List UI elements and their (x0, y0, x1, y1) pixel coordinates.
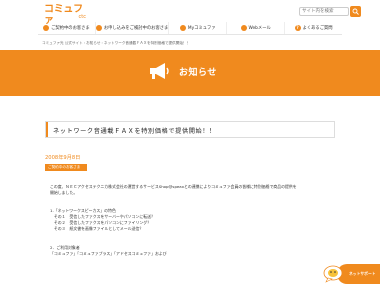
nav-label: ご契約中のお客さま (51, 26, 90, 31)
nav-item-webmail[interactable]: Webメール (226, 22, 284, 34)
global-nav: ご契約中のお客さま お申し込みをご検討中のお客さま Myコミュファ Webメール… (38, 22, 342, 35)
person-icon (43, 25, 50, 31)
nav-item-faq[interactable]: ? よくあるご質問 (284, 22, 342, 34)
logo-sub-text: ctc (78, 14, 86, 20)
body-line: この度、ＮＥＣアクセステクニカ株式会社の運営するサービスShop@speaxとの… (50, 184, 297, 189)
site-logo[interactable]: コミュファ ctc (44, 4, 86, 26)
body-line: その３ 紙文書を画像ファイルとしてメール送信？ (50, 226, 144, 231)
page-banner: お知らせ (0, 50, 380, 96)
search-icon (352, 8, 359, 15)
nav-item-prospective[interactable]: お申し込みをご検討中のお客さま (94, 22, 169, 34)
page-title: お知らせ (179, 67, 217, 78)
body-line: その２ 受信したファクスをパソコンにファイリング？ (50, 220, 152, 225)
category-tag: ご契約中のお客さま (45, 164, 87, 171)
person-icon (95, 25, 102, 31)
nav-label: Myコミュファ (187, 26, 216, 31)
question-icon: ? (294, 25, 301, 31)
net-support-label: ネットサポート (349, 271, 376, 276)
megaphone-icon (150, 63, 169, 79)
body-line: 「コミュファ」「コミュファプラス」「アドセスコミュファ」および (50, 251, 167, 256)
body-line: その１ 受信したファクスをサーバーやパソコンに転送？ (50, 214, 155, 219)
net-support-widget[interactable]: ネットサポート (322, 261, 380, 285)
article-title: ネットワーク音通載ＦＡＸを特別価格で提供開始！！ (53, 128, 216, 135)
nav-label: お申し込みをご検討中のお客さま (103, 26, 169, 31)
search-input[interactable] (299, 7, 349, 16)
body-line: 2．ご利用対象者 (50, 245, 80, 250)
nav-label: よくあるご質問 (302, 26, 333, 31)
breadcrumb-current: ネットワーク音通載ＦＡＸを特別価格で提供開始！！ (103, 41, 191, 45)
search-button[interactable] (350, 6, 361, 17)
mail-icon (240, 25, 247, 31)
nav-item-mycommufa[interactable]: Myコミュファ (168, 22, 226, 34)
site-header: コミュファ ctc (0, 0, 380, 26)
nav-item-contracted[interactable]: ご契約中のお客さま (38, 22, 95, 34)
chat-bubble-icon (323, 265, 343, 283)
nav-label: Webメール (248, 26, 271, 31)
article-date: 2008年9月8日 (45, 155, 81, 161)
article-title-box: ネットワーク音通載ＦＡＸを特別価格で提供開始！！ (45, 121, 335, 138)
body-line: 開始しました。 (50, 190, 78, 195)
breadcrumb: コミュファ光 公式サイト›お知らせ›ネットワーク音通載ＦＡＸを特別価格で提供開始… (42, 41, 190, 46)
heart-icon (179, 25, 186, 31)
breadcrumb-news[interactable]: お知らせ (86, 41, 100, 45)
body-line: 1.「ネットワークスピーカス」の特色 (50, 208, 116, 213)
breadcrumb-home[interactable]: コミュファ光 公式サイト (42, 41, 83, 45)
